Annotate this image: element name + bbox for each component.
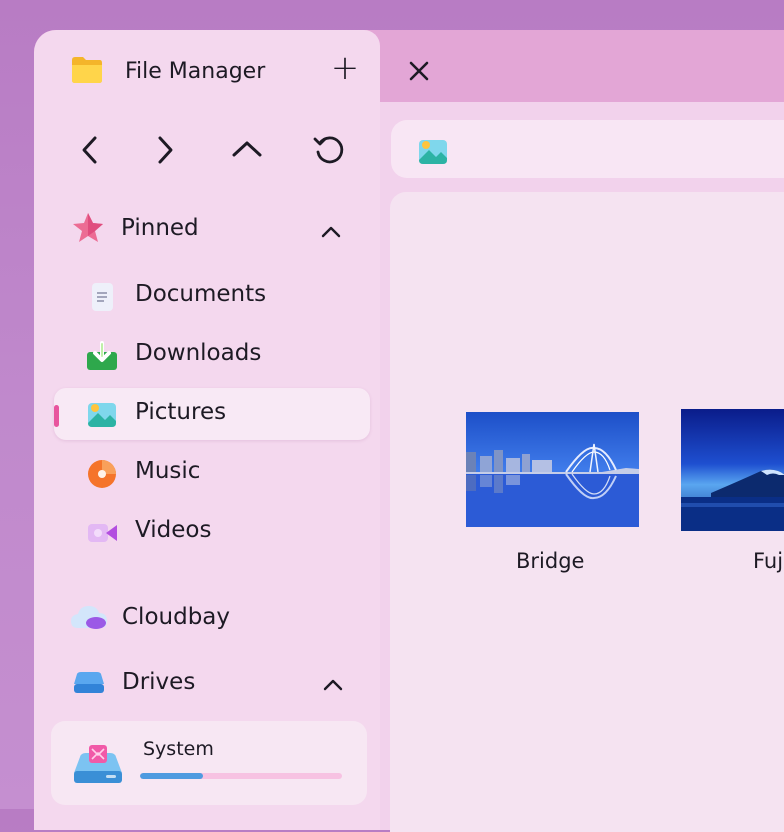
cloudbay-label[interactable]: Cloudbay	[122, 604, 230, 630]
document-icon	[92, 283, 113, 311]
drive-system[interactable]: System	[51, 721, 367, 805]
drive-icon	[74, 672, 104, 693]
up-icon[interactable]	[230, 133, 264, 167]
cloud-icon	[71, 606, 107, 629]
drive-usage-fill	[140, 773, 203, 779]
new-tab-button[interactable]: +	[330, 51, 360, 85]
back-icon[interactable]	[73, 133, 107, 167]
download-icon	[87, 341, 117, 370]
sidebar-item-label: Music	[135, 458, 201, 484]
tab-title: File Manager	[125, 59, 266, 84]
music-icon	[88, 460, 116, 488]
drive-name: System	[143, 738, 214, 760]
system-drive-icon	[74, 745, 122, 783]
pictures-icon	[88, 403, 116, 427]
sidebar-item-label: Documents	[135, 281, 267, 307]
pinned-label: Pinned	[121, 215, 199, 241]
sidebar-item-label: Videos	[135, 517, 212, 543]
sidebar-item-label: Downloads	[135, 340, 262, 366]
file-thumbnail-fuji[interactable]	[681, 409, 784, 531]
video-icon	[88, 524, 117, 542]
refresh-icon[interactable]	[312, 133, 346, 167]
folder-icon	[72, 57, 102, 83]
pictures-icon	[419, 140, 447, 164]
drive-usage-bar	[140, 773, 342, 779]
file-thumbnail-bridge[interactable]	[466, 412, 639, 527]
file-name: Fuj	[753, 549, 784, 573]
fuji-image	[681, 409, 784, 531]
sidebar-item-videos[interactable]: Videos	[54, 506, 370, 558]
sidebar-item-downloads[interactable]: Downloads	[54, 329, 370, 381]
sidebar-item-pictures[interactable]: Pictures	[54, 388, 370, 440]
sidebar-item-music[interactable]: Music	[54, 447, 370, 499]
chevron-up-icon[interactable]	[320, 225, 342, 239]
drives-label: Drives	[122, 669, 196, 695]
close-icon[interactable]	[406, 58, 432, 84]
pin-icon	[73, 213, 103, 242]
bridge-image	[466, 412, 639, 527]
tab-file-manager[interactable]: File Manager +	[34, 30, 380, 104]
address-bar[interactable]	[391, 120, 784, 178]
chevron-up-icon[interactable]	[322, 678, 344, 692]
file-name: Bridge	[516, 549, 585, 573]
forward-icon[interactable]	[148, 133, 182, 167]
sidebar-item-label: Pictures	[135, 399, 227, 425]
active-indicator	[54, 405, 59, 427]
sidebar-item-documents[interactable]: Documents	[54, 270, 370, 322]
